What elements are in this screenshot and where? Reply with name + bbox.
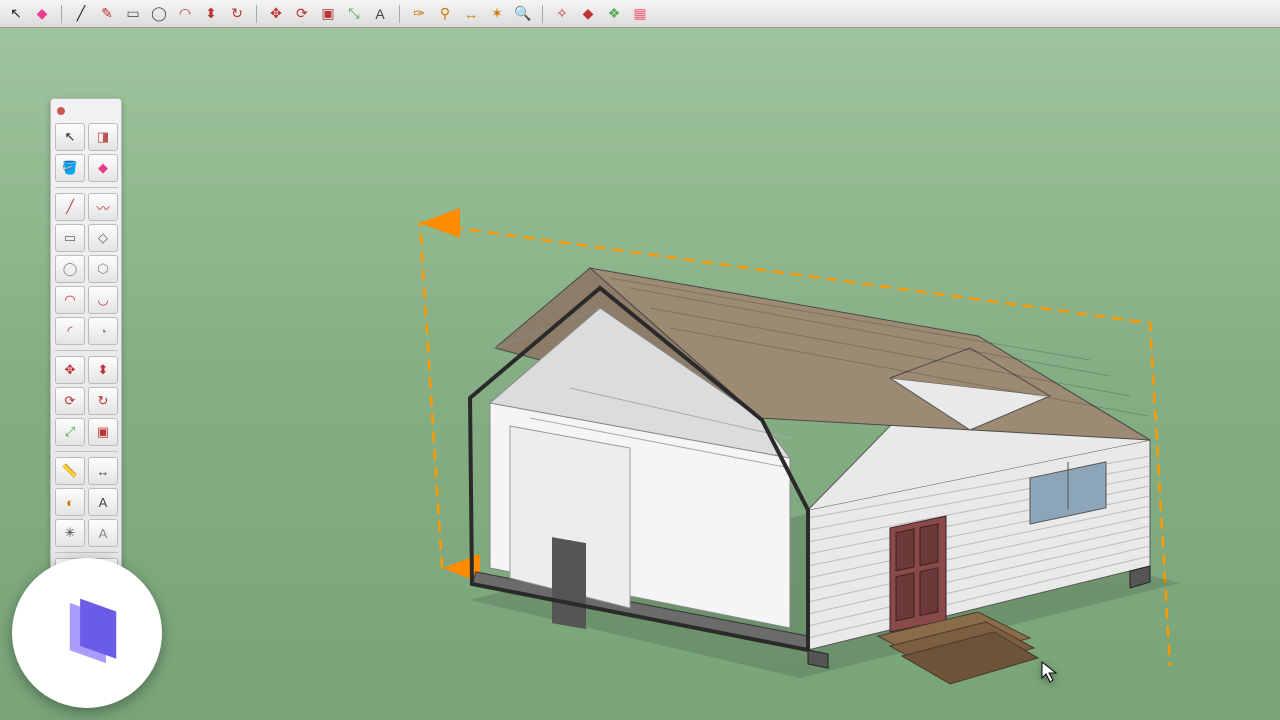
pluralsight-logo-icon bbox=[44, 590, 130, 676]
interior-door-opening bbox=[552, 537, 586, 629]
move[interactable]: ✥ bbox=[55, 356, 85, 384]
eraser[interactable]: ◆ bbox=[88, 154, 118, 182]
offset[interactable]: ▣ bbox=[88, 418, 118, 446]
model-svg bbox=[330, 138, 1210, 698]
palette-separator bbox=[55, 350, 118, 351]
rotate[interactable]: ⟳ bbox=[55, 387, 85, 415]
line-tool[interactable]: ╱ bbox=[71, 4, 91, 24]
offset-tool[interactable]: ▣ bbox=[318, 4, 338, 24]
top-toolbar: ↖ ◆ ╱ ✎ ▭ ◯ ◠ ⬍ ↻ ✥ ⟳ ▣ ⤡ A ✑ ⚲ ↔ ✶ 🔍 ✧ ◆ ❖ ▦ bbox=[0, 0, 1280, 28]
circle-tool[interactable]: ◯ bbox=[149, 4, 169, 24]
shapes-tool[interactable]: ▭ bbox=[123, 4, 143, 24]
arc-tool[interactable]: ◠ bbox=[175, 4, 195, 24]
paint-tool[interactable]: ✑ bbox=[409, 4, 429, 24]
move-tool[interactable]: ✥ bbox=[266, 4, 286, 24]
axes-tool[interactable]: ✶ bbox=[487, 4, 507, 24]
paint-bucket[interactable]: 🪣 bbox=[55, 154, 85, 182]
axes[interactable]: ✳ bbox=[55, 519, 85, 547]
scale[interactable]: ⤢ bbox=[55, 418, 85, 446]
followme[interactable]: ↻ bbox=[88, 387, 118, 415]
pushpull-tool[interactable]: ⬍ bbox=[201, 4, 221, 24]
rotated-rect[interactable]: ◇ bbox=[88, 224, 118, 252]
brand-badge bbox=[12, 558, 162, 708]
palette-separator bbox=[55, 451, 118, 452]
polygon[interactable]: ⬡ bbox=[88, 255, 118, 283]
select-tool[interactable]: ↖ bbox=[55, 123, 85, 151]
zoom-extents-tool[interactable]: ✧ bbox=[552, 4, 572, 24]
toolbar-separator bbox=[542, 5, 543, 23]
freehand-tool[interactable]: ✎ bbox=[97, 4, 117, 24]
text-tool[interactable]: A bbox=[370, 4, 390, 24]
two-point-arc[interactable]: ◡ bbox=[88, 286, 118, 314]
model-stage bbox=[330, 138, 1210, 698]
house-model[interactable] bbox=[470, 268, 1150, 684]
freehand[interactable]: 〰 bbox=[88, 193, 118, 221]
viewport-3d[interactable]: ↖◨🪣◆╱〰▭◇◯⬡◠◡◜◔✥⬍⟳↻⤢▣📏↔◐A✳A◧⥁✋🔍⊡⊠⏴🚶 bbox=[0, 28, 1280, 720]
rectangle[interactable]: ▭ bbox=[55, 224, 85, 252]
dimension-tool[interactable]: ↔ bbox=[461, 4, 481, 24]
circle[interactable]: ◯ bbox=[55, 255, 85, 283]
scale-tool[interactable]: ⤡ bbox=[344, 4, 364, 24]
front-door bbox=[890, 516, 946, 632]
eraser-tool[interactable]: ◆ bbox=[32, 4, 52, 24]
tape[interactable]: 📏 bbox=[55, 457, 85, 485]
palette-separator bbox=[55, 187, 118, 188]
pie[interactable]: ◔ bbox=[88, 317, 118, 345]
cursor-icon bbox=[1042, 662, 1056, 682]
toolbar-separator bbox=[399, 5, 400, 23]
palette-separator bbox=[55, 552, 118, 553]
line[interactable]: ╱ bbox=[55, 193, 85, 221]
followme-tool[interactable]: ↻ bbox=[227, 4, 247, 24]
three-point-arc[interactable]: ◜ bbox=[55, 317, 85, 345]
protractor[interactable]: ◐ bbox=[55, 488, 85, 516]
select-tool[interactable]: ↖ bbox=[6, 4, 26, 24]
dimension[interactable]: ↔ bbox=[88, 457, 118, 485]
rotate-tool[interactable]: ⟳ bbox=[292, 4, 312, 24]
toolbar-separator bbox=[256, 5, 257, 23]
tape-tool[interactable]: ⚲ bbox=[435, 4, 455, 24]
components-tool[interactable]: ❖ bbox=[604, 4, 624, 24]
warehouse-tool[interactable]: ◆ bbox=[578, 4, 598, 24]
three-d-text[interactable]: A bbox=[88, 519, 118, 547]
palette-titlebar[interactable] bbox=[55, 101, 117, 117]
arc[interactable]: ◠ bbox=[55, 286, 85, 314]
pushpull[interactable]: ⬍ bbox=[88, 356, 118, 384]
toolbar-separator bbox=[61, 5, 62, 23]
zoom-tool[interactable]: 🔍 bbox=[513, 4, 533, 24]
extensions-tool[interactable]: ▦ bbox=[630, 4, 650, 24]
make-component[interactable]: ◨ bbox=[88, 123, 118, 151]
text[interactable]: A bbox=[88, 488, 118, 516]
